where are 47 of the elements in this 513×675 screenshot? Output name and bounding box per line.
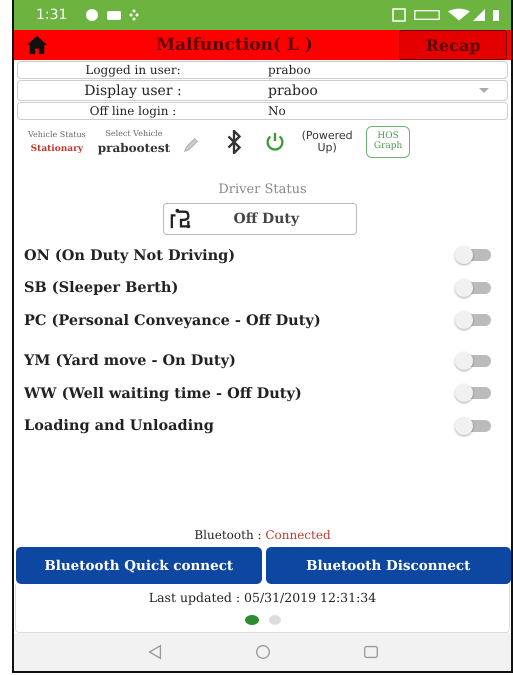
toggle-switch[interactable] [457,282,491,294]
page-indicator-dot[interactable] [268,615,280,625]
status-time: 1:31 [36,7,68,23]
bluetooth-status: Bluetooth : Connected [193,528,332,542]
bluetooth-button[interactable]: Bluetooth Quick connect [16,547,262,584]
toggle-switch[interactable] [457,354,491,367]
home-circle-icon[interactable] [254,643,272,661]
dots-notification-icon [129,8,140,22]
video-notification-icon [107,8,122,22]
vehicle-name[interactable]: prabootest [98,141,170,155]
info-label: Display user : [83,82,183,98]
toggle-switch[interactable] [457,420,491,432]
driver-status-button[interactable]: Off Duty [162,203,356,235]
duty-status-label: YM (Yard move - On Duty) [24,352,236,370]
wifi-icon [448,8,470,22]
home-icon[interactable] [26,35,48,55]
duty-status-label: SB (Sleeper Berth) [24,279,178,296]
back-icon[interactable] [146,643,164,661]
app-notification-icon [85,8,100,22]
vehicle-status-label: Vehicle Status [28,130,86,139]
pencil-icon[interactable] [182,136,200,154]
power-icon[interactable] [264,131,286,153]
last-updated-text: Last updated : 05/31/2019 12:31:34 [148,590,376,605]
vehicle-status-value: Stationary [30,144,84,154]
info-label: Logged in user: [84,63,182,77]
toggle-switch[interactable] [457,314,491,326]
page-indicator-dot[interactable] [244,615,258,625]
info-label: Off line login : [88,104,178,118]
toggle-switch[interactable] [457,249,491,262]
battery-icon [493,8,499,22]
header-title: Malfunction( L ) [155,35,314,55]
duty-status-label: Loading and Unloading [24,417,214,434]
select-vehicle-label: Select Vehicle [105,129,162,138]
driver-status-title: Driver Status [217,182,308,197]
duty-status-label: WW (Well waiting time - Off Duty) [24,384,302,402]
info-value: No [268,104,286,118]
toggle-switch[interactable] [457,387,491,400]
bluetooth-icon[interactable] [226,130,242,154]
recent-apps-icon[interactable] [362,643,380,661]
signal-icon [473,8,485,22]
info-value: praboo [268,82,318,98]
duty-status-label: PC (Personal Conveyance - Off Duty) [24,312,321,329]
info-value: praboo [268,63,311,77]
dropdown-caret-icon[interactable] [479,88,489,93]
bluetooth-button[interactable]: Bluetooth Disconnect [266,547,511,584]
duty-status-label: ON (On Duty Not Driving) [24,246,236,264]
power-status: (Powered Up) [300,130,354,154]
